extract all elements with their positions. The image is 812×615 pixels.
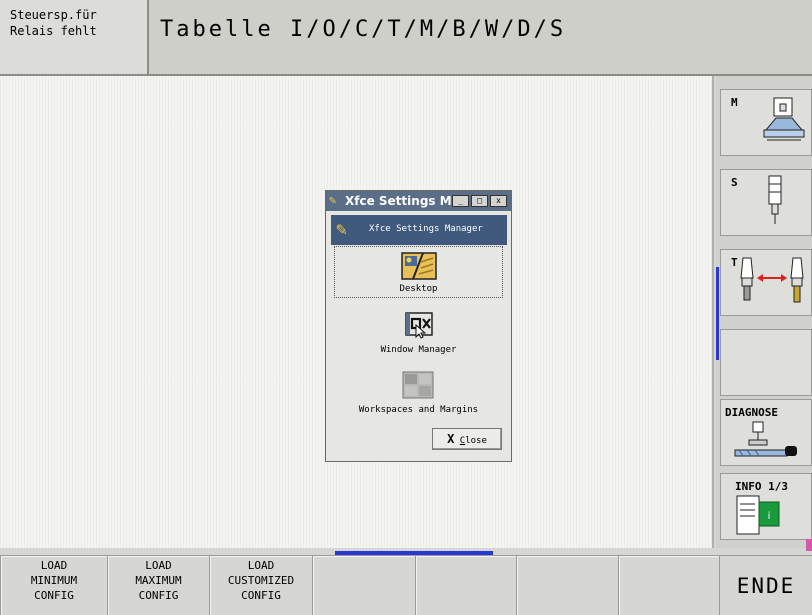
settings-item-workspaces[interactable]: Workspaces and Margins (334, 366, 503, 418)
softkey-label: S (731, 176, 738, 189)
dialog-header-banner: ✎ Xfce Settings Manager (331, 215, 507, 245)
softkey-line: CONFIG (241, 589, 281, 602)
softkey-info[interactable]: INFO 1/3 i (720, 473, 812, 540)
status-line-2: Relais fehlt (10, 24, 97, 38)
workspaces-icon (402, 371, 434, 399)
settings-item-label: Desktop (399, 284, 438, 294)
close-window-button[interactable]: x (490, 195, 507, 207)
close-label: lose (465, 436, 487, 446)
softkey-line: CUSTOMIZED (227, 574, 295, 587)
softkey-empty[interactable] (720, 329, 812, 396)
spindle-icon (768, 175, 782, 224)
window-manager-icon (405, 312, 433, 339)
tool-change-icon (740, 257, 804, 303)
softkey-load-maximum-config[interactable]: LOAD MAXIMUM CONFIG (107, 555, 209, 615)
softkey-scroll-indicator (716, 267, 719, 360)
svg-text:i: i (768, 511, 771, 522)
softkey-t[interactable]: T (720, 249, 812, 316)
header-bar: Tabelle I/O/C/T/M/B/W/D/S (149, 0, 812, 76)
softkey-m[interactable]: M (720, 89, 812, 156)
corner-marker (806, 539, 812, 551)
softkey-line: LOAD (145, 559, 172, 572)
softkey-ende[interactable]: ENDE (719, 555, 812, 615)
softkey-line: MINIMUM (30, 574, 78, 587)
diagnose-icon (734, 421, 797, 457)
softkey-empty[interactable] (312, 555, 415, 615)
dialog-titlebar[interactable]: ✎ Xfce Settings Manager _ □ x (326, 191, 511, 211)
xfce-settings-dialog: ✎ Xfce Settings Manager _ □ x ✎ Xfce Set… (325, 190, 512, 462)
machine-spindle-icon (763, 97, 805, 141)
maximize-button[interactable]: □ (471, 195, 488, 207)
dialog-title: Xfce Settings Manager (345, 194, 453, 208)
softkey-label: DIAGNOSE (725, 406, 778, 419)
close-button[interactable]: X Close (432, 428, 502, 450)
softkey-diagnose[interactable]: DIAGNOSE (720, 399, 812, 466)
softkey-label: INFO 1/3 (735, 480, 788, 493)
settings-item-window-manager[interactable]: Window Manager (334, 306, 503, 358)
minimize-button[interactable]: _ (452, 195, 469, 207)
status-message-box: Steuersp.für Relais fehlt (0, 0, 149, 76)
settings-item-label: Window Manager (380, 345, 457, 355)
softkey-line: MAXIMUM (135, 574, 182, 587)
close-icon: X (447, 432, 455, 446)
softkey-empty[interactable] (618, 555, 719, 615)
softkey-s[interactable]: S (720, 169, 812, 236)
info-document-icon: i (736, 495, 780, 535)
softkey-load-minimum-config[interactable]: LOAD MINIMUM CONFIG (0, 555, 107, 615)
softkey-line: CONFIG (34, 589, 74, 602)
dialog-header-label: Xfce Settings Manager (369, 224, 483, 234)
right-softkey-panel: M S T DIAGNOSE INFO 1/3 i (716, 76, 812, 548)
wrench-icon: ✎ (336, 219, 347, 240)
softkey-line: LOAD (247, 559, 275, 572)
softkey-line: CONFIG (138, 589, 179, 602)
softkey-line: LOAD (40, 559, 68, 572)
softkey-load-customized-config[interactable]: LOAD CUSTOMIZED CONFIG (209, 555, 312, 615)
softkey-empty[interactable] (516, 555, 618, 615)
softkey-empty[interactable] (415, 555, 516, 615)
desktop-icon (401, 252, 437, 280)
softkey-label: M (731, 96, 738, 109)
settings-item-desktop[interactable]: Desktop (334, 246, 503, 298)
wrench-icon: ✎ (329, 193, 337, 207)
page-title: Tabelle I/O/C/T/M/B/W/D/S (160, 17, 567, 42)
settings-item-label: Workspaces and Margins (358, 405, 479, 415)
status-line-1: Steuersp.für (10, 8, 97, 22)
